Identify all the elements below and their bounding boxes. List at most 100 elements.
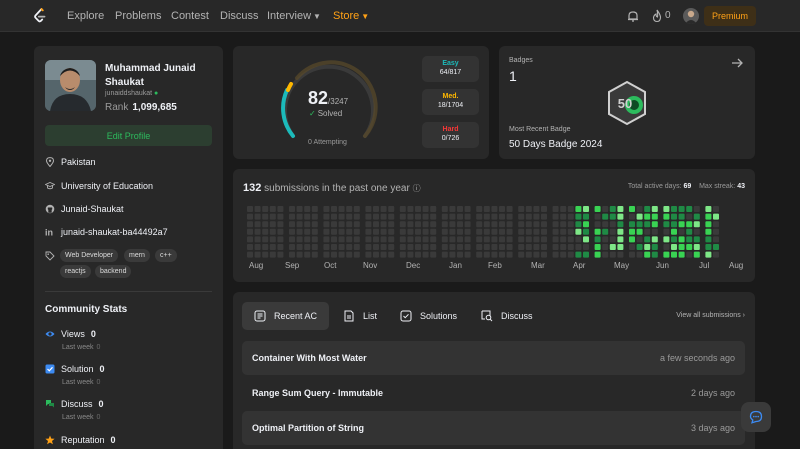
- heatmap-cell[interactable]: [415, 251, 421, 258]
- heatmap-cell[interactable]: [560, 236, 567, 243]
- skill-tag[interactable]: Web Developer: [60, 249, 119, 262]
- heatmap-cell[interactable]: [499, 221, 505, 228]
- heatmap-cell[interactable]: [560, 244, 567, 250]
- heatmap-cell[interactable]: [525, 228, 532, 235]
- heatmap-cell[interactable]: [636, 244, 643, 250]
- heatmap-cell[interactable]: [269, 236, 276, 243]
- heatmap-cell[interactable]: [651, 213, 658, 220]
- heatmap-cell[interactable]: [269, 244, 276, 250]
- heatmap-cell[interactable]: [602, 213, 609, 220]
- heatmap-cell[interactable]: [552, 206, 559, 212]
- heatmap-cell[interactable]: [338, 228, 345, 235]
- heatmap-cell[interactable]: [422, 236, 429, 243]
- heatmap-cell[interactable]: [686, 221, 693, 228]
- heatmap-cell[interactable]: [388, 206, 395, 212]
- heatmap-cell[interactable]: [499, 206, 505, 212]
- heatmap-cell[interactable]: [483, 244, 490, 250]
- heatmap-cell[interactable]: [353, 251, 360, 258]
- heatmap-cell[interactable]: [399, 206, 406, 212]
- heatmap-cell[interactable]: [373, 251, 379, 258]
- heatmap-cell[interactable]: [373, 206, 379, 212]
- heatmap-cell[interactable]: [678, 244, 685, 250]
- heatmap-cell[interactable]: [644, 244, 651, 250]
- heatmap-cell[interactable]: [247, 251, 253, 258]
- heatmap-cell[interactable]: [323, 228, 330, 235]
- nav-contest[interactable]: Contest: [171, 10, 209, 22]
- heatmap-cell[interactable]: [338, 244, 345, 250]
- heatmap-cell[interactable]: [663, 206, 670, 212]
- heatmap-cell[interactable]: [407, 221, 414, 228]
- heatmap-cell[interactable]: [346, 236, 353, 243]
- heatmap-cell[interactable]: [693, 213, 700, 220]
- heatmap-cell[interactable]: [464, 236, 471, 243]
- heatmap-cell[interactable]: [678, 251, 685, 258]
- heatmap-cell[interactable]: [533, 228, 540, 235]
- heatmap-cell[interactable]: [311, 206, 318, 212]
- heatmap-cell[interactable]: [552, 221, 559, 228]
- heatmap-cell[interactable]: [533, 221, 540, 228]
- heatmap-cell[interactable]: [483, 213, 490, 220]
- heatmap-cell[interactable]: [518, 221, 525, 228]
- heatmap-cell[interactable]: [541, 236, 547, 243]
- heatmap-cell[interactable]: [296, 244, 303, 250]
- heatmap-cell[interactable]: [422, 244, 429, 250]
- heatmap-cell[interactable]: [541, 206, 547, 212]
- heatmap-cell[interactable]: [629, 236, 635, 243]
- heatmap-cell[interactable]: [304, 213, 311, 220]
- heatmap-cell[interactable]: [449, 244, 456, 250]
- heatmap-cell[interactable]: [560, 251, 567, 258]
- heatmap-cell[interactable]: [331, 213, 337, 220]
- tab-recent-ac[interactable]: Recent AC: [242, 302, 330, 330]
- heatmap-cell[interactable]: [686, 206, 693, 212]
- heatmap-cell[interactable]: [353, 236, 360, 243]
- heatmap-cell[interactable]: [609, 244, 616, 250]
- heatmap-cell[interactable]: [541, 221, 547, 228]
- heatmap-cell[interactable]: [346, 221, 353, 228]
- heatmap-cell[interactable]: [296, 221, 303, 228]
- heatmap-cell[interactable]: [277, 228, 284, 235]
- heatmap-cell[interactable]: [262, 213, 269, 220]
- heatmap-cell[interactable]: [518, 213, 525, 220]
- heatmap-cell[interactable]: [567, 206, 574, 212]
- heatmap-cell[interactable]: [567, 236, 574, 243]
- heatmap-cell[interactable]: [636, 251, 643, 258]
- heatmap-cell[interactable]: [380, 251, 387, 258]
- heatmap-cell[interactable]: [331, 244, 337, 250]
- heatmap-cell[interactable]: [365, 244, 372, 250]
- nav-discuss[interactable]: Discuss: [220, 10, 259, 22]
- heatmap-cell[interactable]: [583, 221, 589, 228]
- heatmap-cell[interactable]: [651, 251, 658, 258]
- heatmap-cell[interactable]: [289, 206, 295, 212]
- difficulty-medium[interactable]: Med. 18/1704: [422, 89, 479, 115]
- heatmap-cell[interactable]: [552, 251, 559, 258]
- heatmap-cell[interactable]: [671, 213, 677, 220]
- heatmap-cell[interactable]: [525, 244, 532, 250]
- heatmap-cell[interactable]: [353, 244, 360, 250]
- heatmap-cell[interactable]: [407, 251, 414, 258]
- heatmap-cell[interactable]: [323, 213, 330, 220]
- heatmap-cell[interactable]: [254, 206, 261, 212]
- heatmap-cell[interactable]: [415, 244, 421, 250]
- edit-profile-button[interactable]: Edit Profile: [45, 125, 212, 146]
- heatmap-cell[interactable]: [713, 221, 719, 228]
- heatmap-cell[interactable]: [457, 236, 463, 243]
- heatmap-cell[interactable]: [289, 221, 295, 228]
- heatmap-cell[interactable]: [399, 213, 406, 220]
- heatmap-cell[interactable]: [338, 251, 345, 258]
- skill-tag[interactable]: mern: [124, 249, 150, 262]
- heatmap-cell[interactable]: [506, 236, 513, 243]
- heatmap-cell[interactable]: [430, 236, 437, 243]
- heatmap-cell[interactable]: [441, 236, 448, 243]
- heatmap-cell[interactable]: [629, 213, 635, 220]
- heatmap-cell[interactable]: [304, 251, 311, 258]
- heatmap-cell[interactable]: [671, 236, 677, 243]
- heatmap-cell[interactable]: [560, 206, 567, 212]
- heatmap-cell[interactable]: [399, 244, 406, 250]
- difficulty-hard[interactable]: Hard 0/726: [422, 122, 479, 148]
- heatmap-cell[interactable]: [713, 206, 719, 212]
- heatmap-cell[interactable]: [304, 221, 311, 228]
- heatmap-cell[interactable]: [705, 206, 712, 212]
- heatmap-cell[interactable]: [415, 206, 421, 212]
- heatmap-cell[interactable]: [518, 244, 525, 250]
- heatmap-cell[interactable]: [686, 251, 693, 258]
